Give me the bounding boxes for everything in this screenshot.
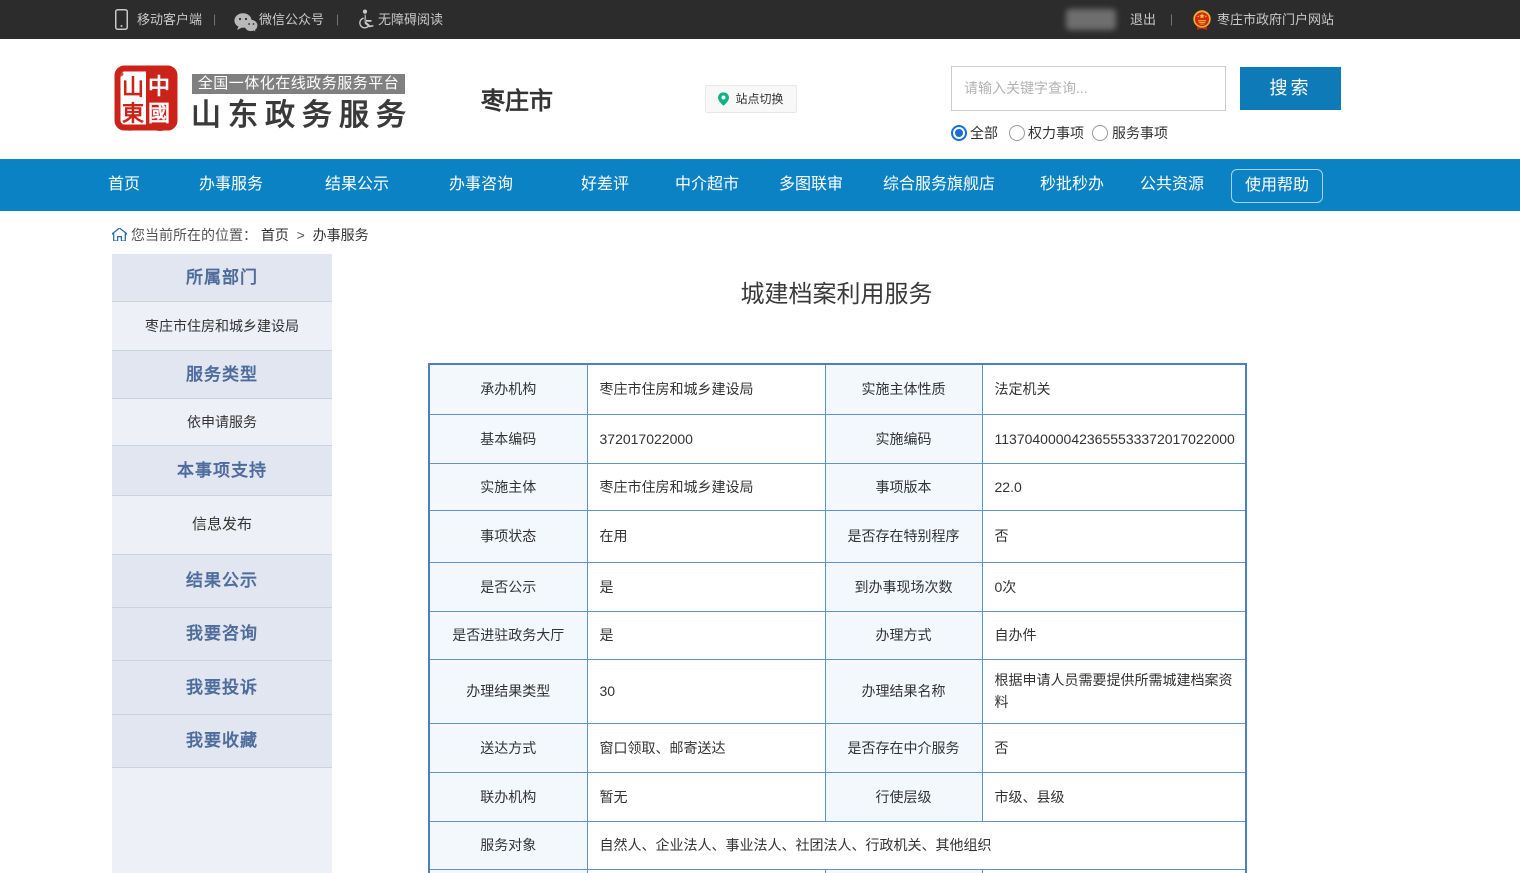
svg-text:國: 國 — [148, 101, 170, 126]
svg-text:東: 東 — [122, 101, 144, 126]
svg-text:中: 中 — [148, 74, 170, 99]
svg-text:山: 山 — [122, 75, 144, 100]
